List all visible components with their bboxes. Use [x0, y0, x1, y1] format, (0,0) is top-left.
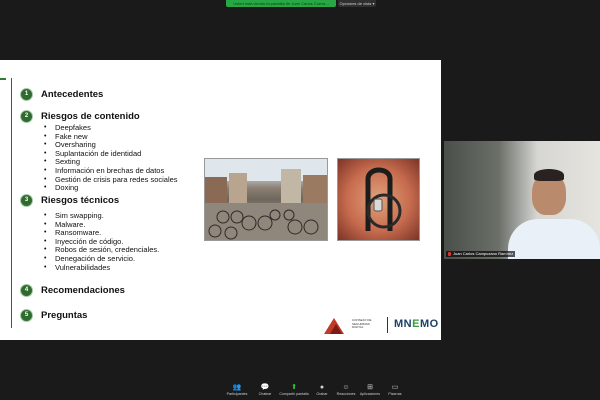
locked-bicycle-illustration [365, 167, 402, 231]
meeting-toolbar: 👥 Participantes 💬 Chatear ⬆ Compartir pa… [0, 382, 600, 400]
chat-button[interactable]: 💬 Chatear [250, 384, 280, 397]
screen-share-banner[interactable]: Usted está viendo la pantalla de Juan Ca… [226, 0, 336, 7]
section-riesgos-contenido: 2 Riesgos de contenido [20, 110, 140, 123]
participants-label: Participantes [226, 392, 248, 396]
section-number-badge: 4 [20, 284, 33, 297]
section-title: Riesgos de contenido [41, 111, 140, 122]
section-number-badge: 1 [20, 88, 33, 101]
section-antecedentes: 1 Antecedentes [20, 88, 103, 101]
section-number-badge: 2 [20, 110, 33, 123]
whiteboards-icon: ▭ [391, 384, 399, 391]
council-logo-text: CONSEJO DE SEGURIDAD DIGITAL [352, 318, 372, 330]
section-title: Recomendaciones [41, 285, 125, 296]
mnemo-logo: MNEMO [394, 318, 439, 330]
share-screen-button[interactable]: ⬆ Compartir pantalla [279, 384, 309, 397]
participant-video-tile[interactable]: Juan Carlos Campuzano Ramírez [444, 141, 600, 259]
participants-button[interactable]: 👥 Participantes [222, 384, 252, 397]
slide-left-rule [11, 78, 12, 328]
view-options-button[interactable]: Opciones de vista ▾ [338, 0, 376, 7]
whiteboards-label: Pizarras [388, 392, 402, 396]
locked-bicycle-photo [337, 158, 420, 241]
section-riesgos-tecnicos: 3 Riesgos técnicos [20, 194, 119, 207]
bicycles-street-illustration [205, 159, 327, 240]
share-screen-label: Compartir pantalla [279, 392, 309, 396]
meeting-window: Usted está viendo la pantalla de Juan Ca… [0, 0, 600, 400]
content-risks-list: Deepfakes Fake new Oversharing Suplantac… [44, 123, 178, 193]
participant-name: Juan Carlos Campuzano Ramírez [453, 251, 514, 256]
participant-body [508, 219, 600, 259]
participant-name-tag: Juan Carlos Campuzano Ramírez [446, 251, 516, 257]
shared-slide: 1 Antecedentes 2 Riesgos de contenido De… [0, 60, 441, 340]
muted-mic-icon [448, 252, 451, 256]
chat-label: Chatear [258, 392, 272, 396]
participant-hair [534, 169, 564, 181]
council-logo [324, 318, 344, 334]
footer-logos: CONSEJO DE SEGURIDAD DIGITAL MNEMO [320, 312, 440, 338]
section-number-badge: 5 [20, 309, 33, 322]
bicycles-street-photo [204, 158, 328, 241]
technical-risks-list: Sim swapping. Malware. Ransomware. Inyec… [44, 211, 159, 273]
participants-icon: 👥 [232, 384, 242, 391]
share-screen-icon: ⬆ [291, 384, 297, 391]
whiteboards-button[interactable]: ▭ Pizarras [380, 384, 410, 397]
list-item: Doxing [44, 184, 178, 193]
section-title: Riesgos técnicos [41, 195, 120, 206]
logo-divider [387, 317, 388, 333]
section-recomendaciones: 4 Recomendaciones [20, 284, 125, 297]
list-item: Vulnerabilidades [44, 263, 159, 273]
slide-accent-tick [0, 78, 6, 80]
section-title: Preguntas [41, 310, 88, 321]
section-title: Antecedentes [41, 89, 104, 100]
section-number-badge: 3 [20, 194, 33, 207]
section-preguntas: 5 Preguntas [20, 309, 87, 322]
chat-icon: 💬 [260, 384, 270, 391]
